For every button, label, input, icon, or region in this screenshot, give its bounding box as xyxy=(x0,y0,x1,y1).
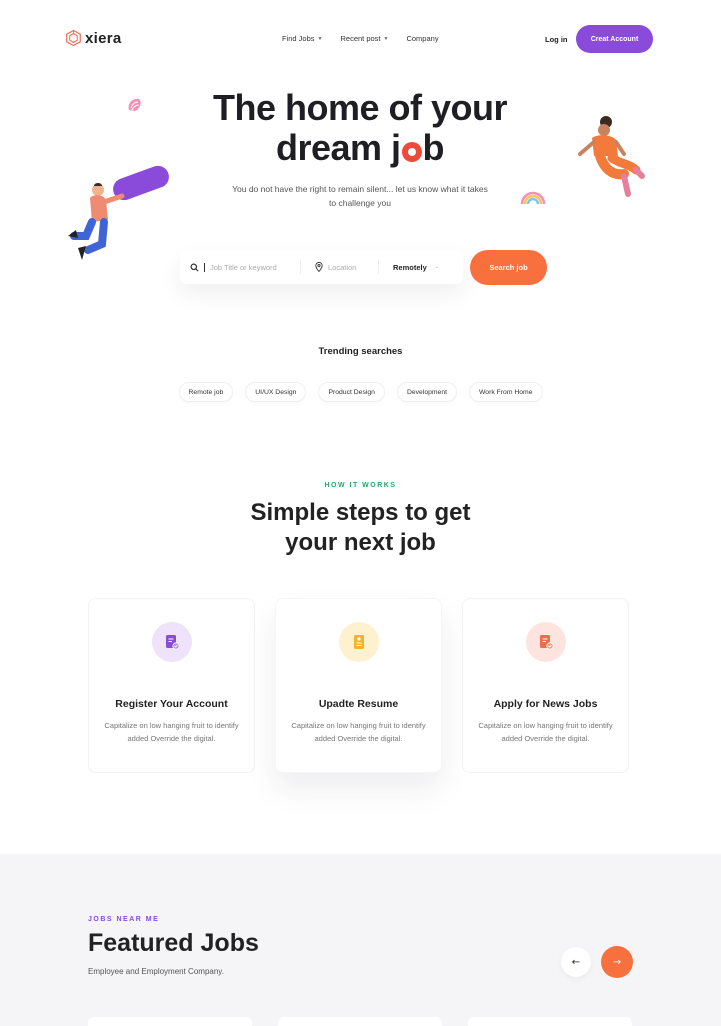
nav-company-label: Company xyxy=(406,34,439,43)
how-it-works-title: Simple steps to get your next job xyxy=(0,498,721,558)
create-account-button[interactable]: Creat Account xyxy=(576,25,653,53)
step-title: Upadte Resume xyxy=(318,698,399,710)
carousel-prev-button[interactable]: ← xyxy=(561,947,591,977)
brand-name: xiera xyxy=(85,29,122,47)
step-description: Capitalize on low hanging fruit to ident… xyxy=(104,721,239,743)
text-cursor xyxy=(204,262,205,272)
nav-links: Find Jobs ▼ Recent post ▼ Company xyxy=(282,34,439,43)
brand-logo[interactable]: xiera xyxy=(66,29,122,47)
trending-tag-remote-job[interactable]: Remote job xyxy=(178,382,234,402)
hero-title: The home of your dream j b xyxy=(160,88,560,168)
rainbow-decoration-icon xyxy=(520,191,546,205)
arrow-left-icon: ← xyxy=(571,956,581,968)
featured-eyebrow: JOBS NEAR ME xyxy=(88,916,160,923)
how-it-works-eyebrow: HOW IT WORKS xyxy=(324,482,397,489)
work-type-value: Remotely xyxy=(393,262,427,272)
step-card-apply[interactable]: Apply for News Jobs Capitalize on low ha… xyxy=(462,598,629,773)
hero-title-line2-start: dream j xyxy=(275,127,401,168)
nav-recent-post[interactable]: Recent post ▼ xyxy=(340,34,388,43)
job-card[interactable] xyxy=(278,1017,442,1026)
trending-tag-product-design[interactable]: Product Design xyxy=(318,382,385,402)
search-icon xyxy=(190,263,199,271)
featured-subtitle: Employee and Employment Company. xyxy=(88,967,224,976)
featured-title: Featured Jobs xyxy=(88,929,259,957)
resume-document-icon xyxy=(338,622,379,662)
pink-shell-decoration-icon xyxy=(128,98,141,111)
location-pin-icon xyxy=(315,262,323,272)
hexagon-logo-icon xyxy=(66,29,81,47)
step-description: Capitalize on low hanging fruit to ident… xyxy=(291,721,426,743)
hero-title-line2-end: b xyxy=(422,127,445,168)
step-title: Register Your Account xyxy=(115,698,228,710)
hero-title-line1: The home of your xyxy=(212,87,508,128)
nav-company[interactable]: Company xyxy=(406,34,438,43)
top-navigation: xiera Find Jobs ▼ Recent post ▼ Company … xyxy=(0,0,721,78)
work-type-select[interactable]: Remotely ⌄ xyxy=(378,260,463,274)
location-placeholder: Location xyxy=(328,262,357,272)
job-card[interactable] xyxy=(468,1017,632,1026)
step-card-register[interactable]: Register Your Account Capitalize on low … xyxy=(88,598,255,773)
trending-tag-ui-ux-design[interactable]: UI/UX Design xyxy=(245,382,307,402)
nav-recent-post-label: Recent post xyxy=(340,34,381,43)
jumping-man-illustration-icon xyxy=(68,165,169,260)
trending-tag-work-from-home[interactable]: Work From Home xyxy=(469,382,543,402)
target-o-icon xyxy=(401,142,422,162)
trending-tag-development[interactable]: Development xyxy=(396,382,457,402)
carousel-next-button[interactable]: → xyxy=(601,946,633,978)
chevron-down-icon: ⌄ xyxy=(434,264,439,270)
chevron-down-icon: ▼ xyxy=(317,35,323,42)
how-it-works-title-line2: your next job xyxy=(285,529,436,556)
trending-searches-title: Trending searches xyxy=(318,346,403,357)
keyword-search-field[interactable]: Job Title or keyword xyxy=(180,250,300,284)
apply-document-icon xyxy=(525,622,566,662)
how-it-works-title-line1: Simple steps to get xyxy=(250,499,471,526)
job-search-bar: Job Title or keyword Location Remotely ⌄ xyxy=(180,250,463,284)
step-card-update-resume[interactable]: Upadte Resume Capitalize on low hanging … xyxy=(275,598,442,773)
trending-tags: Remote job UI/UX Design Product Design D… xyxy=(0,382,721,402)
search-job-button[interactable]: Search job xyxy=(470,250,547,285)
nav-find-jobs[interactable]: Find Jobs ▼ xyxy=(282,34,322,43)
job-card[interactable] xyxy=(88,1017,252,1026)
location-field[interactable]: Location xyxy=(300,260,378,274)
hero-subtitle: You do not have the right to remain sile… xyxy=(232,184,488,208)
step-title: Apply for News Jobs xyxy=(493,698,598,710)
steps-cards: Register Your Account Capitalize on low … xyxy=(88,598,629,773)
chevron-down-icon: ▼ xyxy=(383,35,389,42)
arrow-right-icon: → xyxy=(612,956,622,968)
user-document-icon xyxy=(151,622,192,662)
login-link[interactable]: Log in xyxy=(545,35,568,44)
floating-woman-illustration-icon xyxy=(578,116,645,197)
nav-find-jobs-label: Find Jobs xyxy=(282,34,315,43)
step-description: Capitalize on low hanging fruit to ident… xyxy=(478,721,613,743)
keyword-placeholder: Job Title or keyword xyxy=(210,262,277,272)
